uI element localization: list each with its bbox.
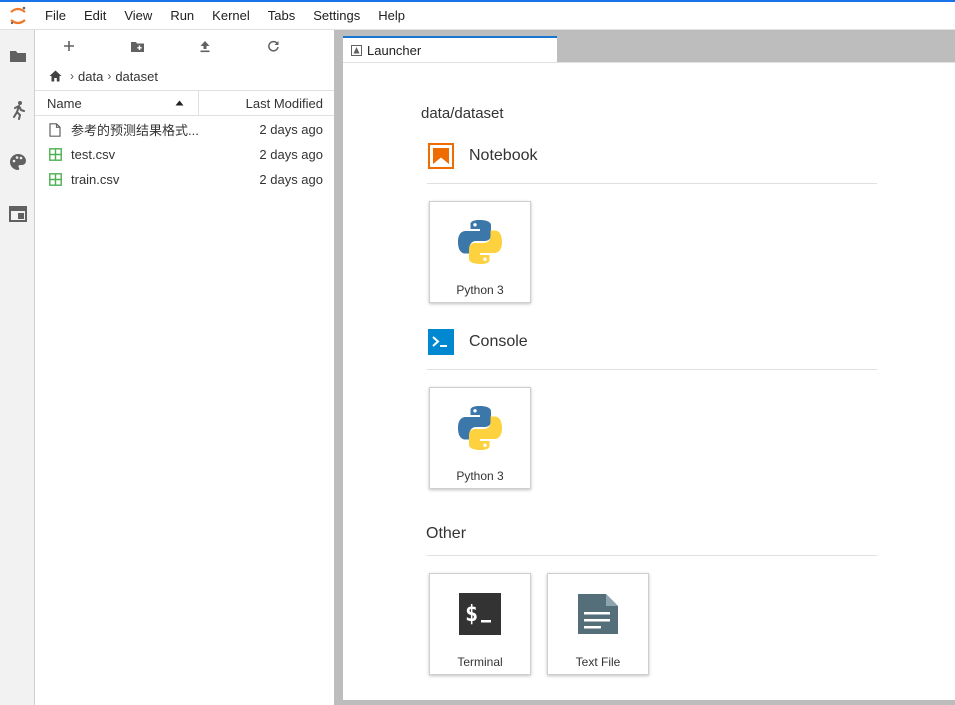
menu-help[interactable]: Help <box>369 2 414 30</box>
terminal-icon: $ <box>454 588 506 640</box>
folder-icon <box>9 51 26 62</box>
menu-edit[interactable]: Edit <box>75 2 115 30</box>
menu-view[interactable]: View <box>115 2 161 30</box>
current-directory: data/dataset <box>421 105 504 122</box>
file-icon <box>49 122 65 137</box>
menu-run[interactable]: Run <box>161 2 203 30</box>
modified-column-header[interactable]: Last Modified <box>199 91 334 115</box>
launcher-icon <box>351 44 362 56</box>
refresh-button[interactable] <box>239 30 307 62</box>
jupyter-logo-icon <box>0 2 36 30</box>
spreadsheet-icon <box>49 173 65 186</box>
refresh-icon <box>267 40 279 52</box>
running-icon <box>12 101 25 120</box>
file-list-header: Name Last Modified <box>35 90 334 116</box>
home-icon[interactable] <box>49 70 62 82</box>
breadcrumb-data[interactable]: data <box>78 69 103 84</box>
new-folder-icon <box>130 41 144 52</box>
file-modified: 2 days ago <box>259 172 323 187</box>
name-column-label: Name <box>47 95 82 111</box>
menu-tabs[interactable]: Tabs <box>259 2 304 30</box>
file-row[interactable]: test.csv 2 days ago <box>35 142 334 167</box>
sort-up-icon <box>175 100 184 106</box>
notebook-python3-card[interactable]: Python 3 <box>429 201 531 303</box>
tab-label: Launcher <box>367 42 422 58</box>
modified-column-label: Last Modified <box>245 95 323 111</box>
breadcrumb-separator: › <box>70 69 74 83</box>
section-divider <box>427 369 877 370</box>
file-row[interactable]: train.csv 2 days ago <box>35 167 334 192</box>
console-icon <box>427 328 455 356</box>
notebook-icon <box>427 142 455 170</box>
upload-button[interactable] <box>171 30 239 62</box>
card-label: Python 3 <box>456 283 504 297</box>
breadcrumb-dataset[interactable]: dataset <box>115 69 158 84</box>
other-section-header: Other <box>426 517 466 551</box>
upload-icon <box>200 40 210 52</box>
notebook-section-title: Notebook <box>469 147 538 164</box>
tabs-icon <box>8 206 27 222</box>
breadcrumb: › data › dataset <box>35 62 334 90</box>
text-file-icon <box>572 588 624 640</box>
file-name: test.csv <box>71 147 116 162</box>
file-browser-tab[interactable] <box>0 36 35 76</box>
file-modified: 2 days ago <box>259 147 323 162</box>
file-modified: 2 days ago <box>259 122 323 137</box>
open-tabs-tab[interactable] <box>0 194 35 234</box>
card-label: Text File <box>575 655 621 669</box>
new-launcher-button[interactable] <box>35 30 103 62</box>
console-python3-card[interactable]: Python 3 <box>429 387 531 489</box>
launcher-panel: data/dataset Notebook Python 3 Console P… <box>343 62 955 700</box>
palette-icon <box>9 154 26 170</box>
card-label: Python 3 <box>456 469 504 483</box>
menu-settings[interactable]: Settings <box>304 2 369 30</box>
console-section-title: Console <box>469 333 528 350</box>
file-row[interactable]: 参考的预测结果格式... 2 days ago <box>35 117 334 142</box>
text-file-card[interactable]: Text File <box>547 573 649 675</box>
file-name: 参考的预测结果格式... <box>71 123 199 138</box>
python-logo-icon <box>454 402 506 454</box>
spreadsheet-icon <box>49 148 65 161</box>
file-browser: › data › dataset Name Last Modified 参考的预… <box>35 30 335 705</box>
menu-bar: File Edit View Run Kernel Tabs Settings … <box>0 2 955 30</box>
new-folder-button[interactable] <box>103 30 171 62</box>
breadcrumb-separator: › <box>107 69 112 83</box>
svg-text:$: $ <box>465 602 478 627</box>
python-logo-icon <box>454 216 506 268</box>
file-name: train.csv <box>71 172 120 187</box>
terminal-card[interactable]: $ Terminal <box>429 573 531 675</box>
other-section-title: Other <box>426 525 467 542</box>
menu-kernel[interactable]: Kernel <box>203 2 259 30</box>
card-label: Terminal <box>457 655 503 669</box>
console-section-header: Console <box>427 325 528 359</box>
section-divider <box>427 183 877 184</box>
file-browser-toolbar <box>35 30 334 62</box>
main-dock-area: Launcher data/dataset Notebook Python 3 … <box>335 30 955 705</box>
section-divider <box>427 555 877 556</box>
plus-icon <box>64 41 74 51</box>
property-inspector-tab[interactable] <box>0 142 35 182</box>
name-column-header[interactable]: Name <box>35 91 199 115</box>
running-tab[interactable] <box>0 90 35 130</box>
activity-bar <box>0 30 35 705</box>
menu-file[interactable]: File <box>36 2 75 30</box>
tab-launcher[interactable]: Launcher <box>343 36 557 62</box>
notebook-section-header: Notebook <box>427 139 538 173</box>
